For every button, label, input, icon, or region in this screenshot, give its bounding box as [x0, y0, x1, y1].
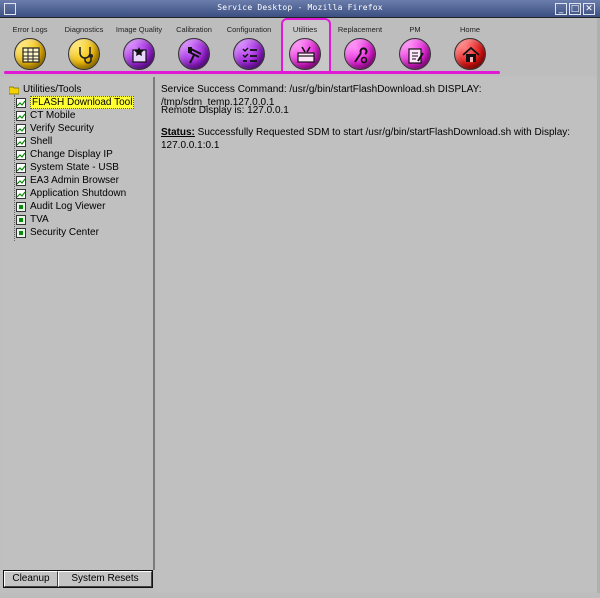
stethoscope-icon — [79, 47, 93, 64]
tree-item-label: Application Shutdown — [30, 188, 127, 199]
window-title-bar: Service Desktop - Mozilla Firefox _ □ ✕ — [0, 0, 600, 18]
chart-page-icon — [16, 110, 26, 121]
clipboard-wrench-icon — [408, 48, 424, 64]
tree-item-label: EA3 Admin Browser — [30, 175, 119, 186]
chart-page-icon — [16, 162, 26, 173]
output-panel: Service Success Command: /usr/g/bin/star… — [157, 77, 597, 592]
replacement-button[interactable]: Replacement — [333, 24, 387, 74]
tree-item-change-display-ip[interactable]: Change Display IP — [16, 148, 113, 161]
tree-item-label: FLASH Download Tool — [30, 96, 135, 109]
chart-page-icon — [16, 136, 26, 147]
cleanup-button[interactable]: Cleanup — [4, 571, 58, 587]
main-toolbar: Error Logs Diagnostics Image Quality Cal… — [0, 18, 600, 76]
tree-item-system-state-usb[interactable]: System State - USB — [16, 161, 119, 174]
status-text: Successfully Requested SDM to start /usr… — [194, 127, 571, 138]
bottom-button-bar: Cleanup System Resets — [3, 570, 153, 588]
tree-item-application-shutdown[interactable]: Application Shutdown — [16, 187, 126, 200]
tree-item-label: Change Display IP — [30, 149, 113, 160]
chart-page-icon — [16, 175, 26, 186]
document-icon — [16, 214, 26, 225]
close-button[interactable]: ✕ — [583, 3, 595, 15]
error-logs-button[interactable]: Error Logs — [3, 24, 57, 74]
status-label: Status: — [161, 127, 195, 138]
tree-item-label: TVA — [30, 214, 49, 225]
minimize-button[interactable]: _ — [555, 3, 567, 15]
tree-item-label: Audit Log Viewer — [30, 201, 106, 212]
pm-button[interactable]: PM — [388, 24, 442, 74]
tree-item-label: Shell — [30, 136, 53, 147]
tree-item-label: Security Center — [30, 227, 99, 238]
tree-root-utilities-tools[interactable]: Utilities/Tools — [9, 83, 81, 96]
diagnostics-button[interactable]: Diagnostics — [57, 24, 111, 74]
system-resets-button[interactable]: System Resets — [58, 571, 152, 587]
toolbox-icon — [297, 46, 315, 63]
tree-item-verify-security[interactable]: Verify Security — [16, 122, 94, 135]
utilities-button[interactable]: Utilities — [278, 24, 332, 74]
caliper-icon — [188, 47, 202, 64]
chart-page-icon — [16, 97, 26, 108]
chart-page-icon — [16, 123, 26, 134]
tree-item-flash-download-tool[interactable]: FLASH Download Tool — [16, 96, 135, 109]
tree-connector — [14, 95, 15, 241]
tree-item-ea3-admin-browser[interactable]: EA3 Admin Browser — [16, 174, 119, 187]
chart-page-icon — [16, 149, 26, 160]
remote-display-text: Remote Display is: 127.0.0.1 — [161, 105, 289, 116]
wrench-icon — [354, 47, 368, 64]
image-quality-button[interactable]: Image Quality — [112, 24, 166, 74]
tree-item-ct-mobile[interactable]: CT Mobile — [16, 109, 75, 122]
image-star-icon — [132, 47, 147, 63]
maximize-button[interactable]: □ — [569, 3, 581, 15]
tree-item-label: Verify Security — [30, 123, 94, 134]
tree-item-shell[interactable]: Shell — [16, 135, 52, 148]
tree-root-label: Utilities/Tools — [23, 84, 82, 95]
document-icon — [16, 227, 26, 238]
home-button[interactable]: Home — [443, 24, 497, 74]
folder-open-icon — [9, 86, 19, 94]
status-continuation-text: 127.0.0.1:0.1 — [161, 140, 220, 151]
tree-item-tva[interactable]: TVA — [16, 213, 49, 226]
calibration-button[interactable]: Calibration — [167, 24, 221, 74]
window-frame-bottom — [0, 593, 600, 598]
document-icon — [16, 201, 26, 212]
utilities-tree-panel: Utilities/Tools FLASH Download Tool CT M… — [3, 77, 155, 570]
home-label: Home — [459, 25, 480, 34]
tree-item-label: CT Mobile — [30, 110, 76, 121]
clipboard-grid-icon — [22, 47, 40, 63]
window-title: Service Desktop - Mozilla Firefox — [217, 3, 383, 12]
checklist-icon — [242, 47, 257, 62]
home-icon — [462, 46, 480, 62]
tree-item-label: System State - USB — [30, 162, 119, 173]
tree-item-audit-log-viewer[interactable]: Audit Log Viewer — [16, 200, 105, 213]
tree-item-security-center[interactable]: Security Center — [16, 226, 99, 239]
status-line: Status: Successfully Requested SDM to st… — [161, 126, 570, 139]
configuration-button[interactable]: Configuration — [222, 24, 276, 74]
chart-page-icon — [16, 188, 26, 199]
